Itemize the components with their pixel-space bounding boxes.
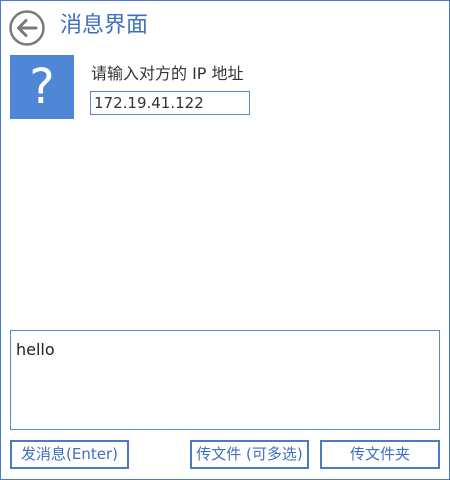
send-folder-button[interactable]: 传文件夹: [320, 440, 440, 469]
send-message-button[interactable]: 发消息(Enter): [10, 440, 129, 469]
ip-address-input[interactable]: [90, 91, 250, 115]
ip-address-label: 请输入对方的 IP 地址: [91, 64, 244, 83]
message-input[interactable]: hello: [10, 330, 440, 430]
back-button[interactable]: [8, 9, 46, 47]
question-mark-icon: ?: [10, 55, 74, 119]
arrow-left-circle-icon: [9, 10, 45, 46]
send-files-button[interactable]: 传文件 (可多选): [190, 440, 309, 469]
page-title: 消息界面: [60, 13, 149, 38]
